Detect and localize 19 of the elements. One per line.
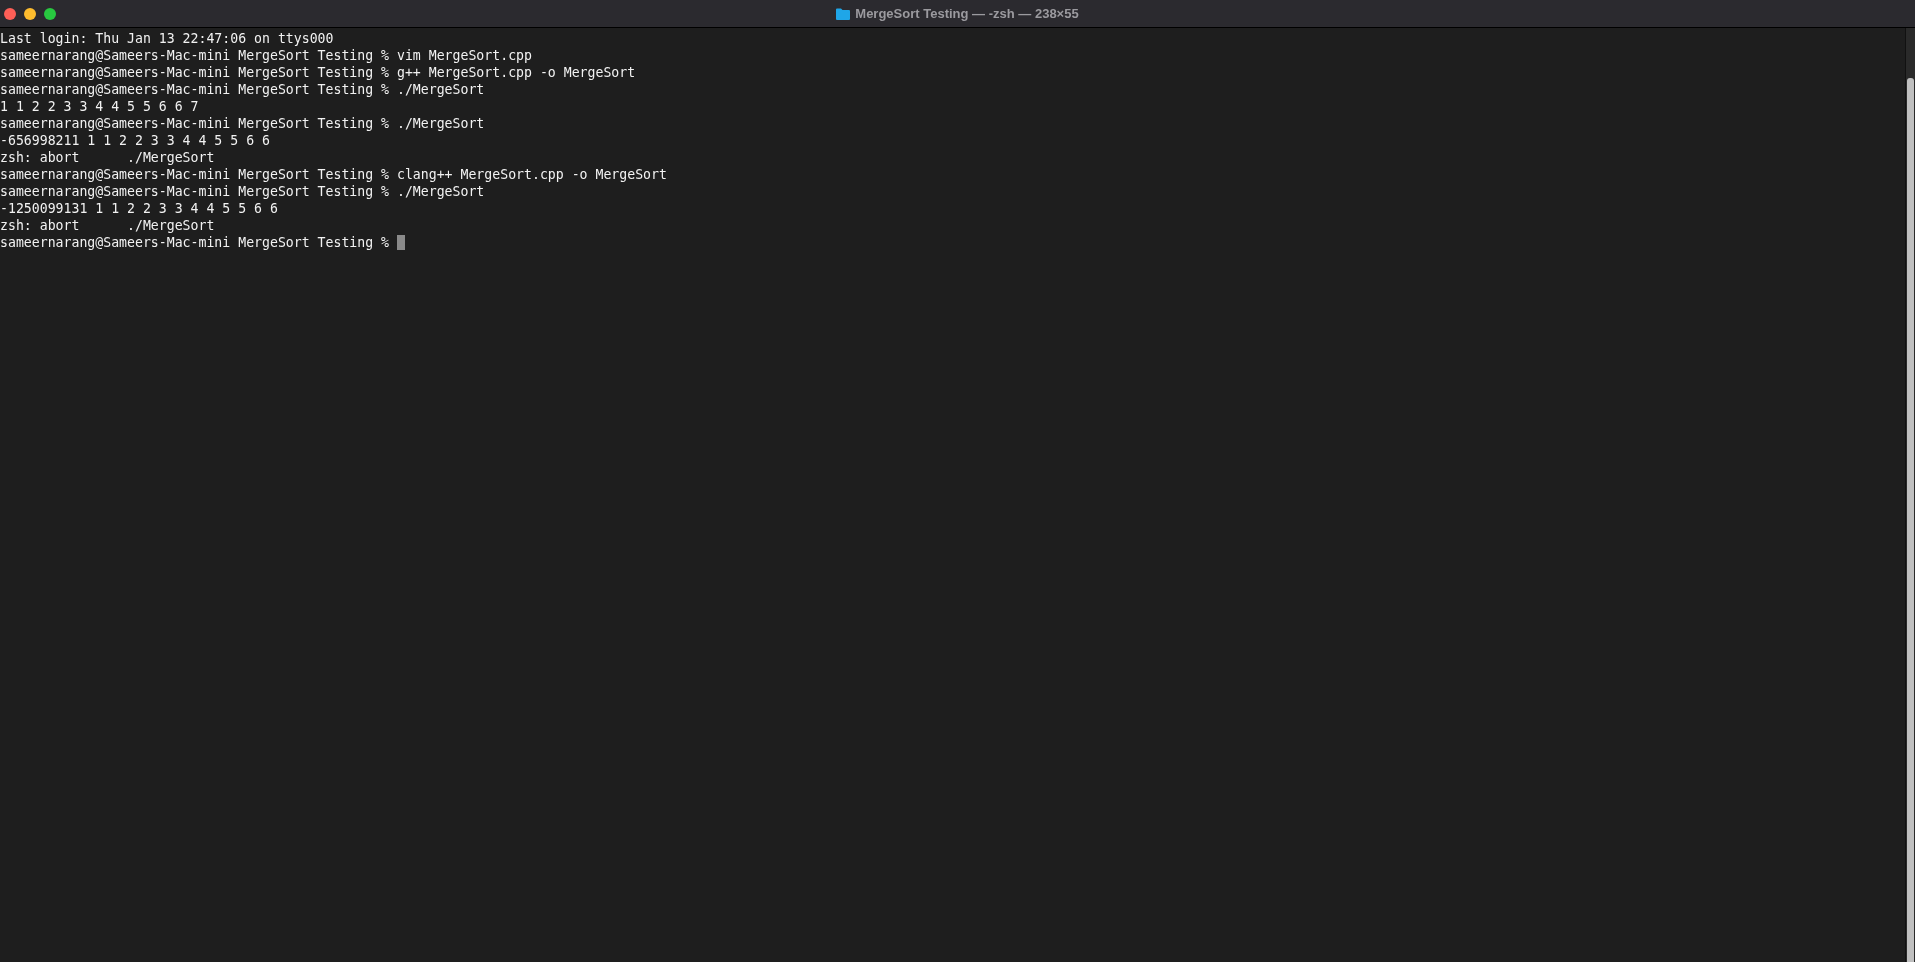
terminal-line: zsh: abort ./MergeSort <box>0 217 215 234</box>
terminal-line: -656998211 1 1 2 2 3 3 4 4 5 5 6 6 <box>0 132 270 149</box>
terminal-line: Last login: Thu Jan 13 22:47:06 on ttys000 <box>0 30 334 47</box>
text-cursor <box>397 235 405 250</box>
close-button[interactable] <box>4 7 16 20</box>
terminal-line: sameernarang@Sameers-Mac-mini MergeSort Testing % ./MergeSort <box>0 115 485 132</box>
window-title: MergeSort Testing — -zsh — 238×55 <box>855 6 1079 21</box>
terminal-line: -1250099131 1 1 2 2 3 3 4 4 5 5 6 6 <box>0 200 278 217</box>
zoom-button[interactable] <box>44 7 56 20</box>
folder-icon <box>836 7 851 20</box>
terminal-line: zsh: abort ./MergeSort <box>0 149 215 166</box>
terminal-line: sameernarang@Sameers-Mac-mini MergeSort Testing % vim MergeSort.cpp <box>0 47 532 64</box>
terminal-prompt: sameernarang@Sameers-Mac-mini MergeSort Testing % <box>0 234 391 251</box>
terminal-line: sameernarang@Sameers-Mac-mini MergeSort Testing % ./MergeSort <box>0 183 485 200</box>
terminal-line: sameernarang@Sameers-Mac-mini MergeSort Testing % ./MergeSort <box>0 81 485 98</box>
minimize-button[interactable] <box>24 7 36 20</box>
terminal-line: sameernarang@Sameers-Mac-mini MergeSort Testing % g++ MergeSort.cpp -o MergeSort <box>0 64 636 81</box>
terminal-line: 1 1 2 2 3 3 4 4 5 5 6 6 7 <box>0 98 199 115</box>
terminal-line: sameernarang@Sameers-Mac-mini MergeSort Testing % clang++ MergeSort.cpp -o MergeSort <box>0 166 667 183</box>
